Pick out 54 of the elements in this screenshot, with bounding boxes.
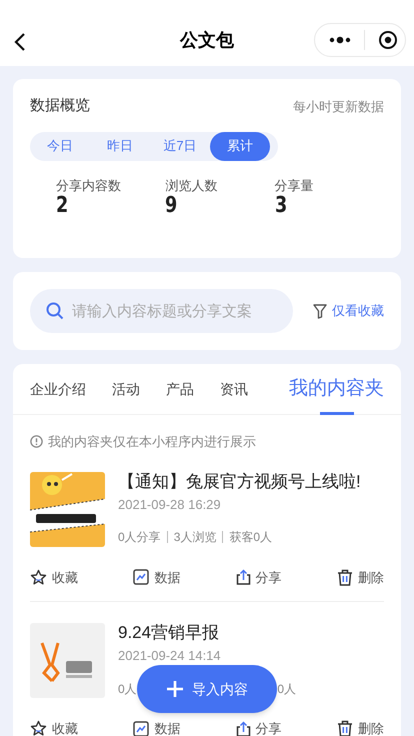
favorites-filter[interactable]: 仅看收藏	[332, 301, 384, 321]
category-tab[interactable]: 我的内容夹	[289, 364, 384, 414]
star-icon	[30, 720, 47, 736]
item-action[interactable]: 数据	[154, 719, 180, 736]
filter-icon	[313, 304, 327, 318]
notice-text: 我的内容夹仅在本小程序内进行展示	[48, 433, 256, 451]
trash-icon	[336, 720, 353, 736]
search-icon	[46, 302, 64, 320]
import-button[interactable]: 导入内容	[137, 665, 277, 713]
item-action[interactable]: 分享	[256, 719, 282, 736]
item-stat: 0人	[277, 680, 296, 698]
item-stat: 3人浏览	[174, 529, 216, 546]
category-tab[interactable]: 资讯	[220, 364, 248, 414]
stat-value: 2	[56, 194, 68, 218]
star-icon	[30, 568, 47, 586]
item-action[interactable]: 分享	[256, 568, 282, 587]
item-title[interactable]: 9.24营销早报	[118, 622, 296, 644]
plus-icon	[166, 680, 184, 698]
page-title: 公文包	[180, 28, 234, 52]
item-date: 2021-09-24 14:14	[118, 647, 222, 665]
period-tab[interactable]: 今日	[30, 132, 90, 160]
stat-value: 3	[274, 194, 287, 218]
item-action[interactable]: 收藏	[52, 719, 78, 736]
item-action[interactable]: 数据	[154, 568, 180, 587]
item-stat: 0人	[118, 680, 137, 698]
section-title: 数据概览	[30, 96, 90, 116]
back-icon[interactable]	[14, 32, 26, 52]
item-title[interactable]: 【通知】兔展官方视频号上线啦!	[118, 470, 361, 492]
item-action[interactable]: 删除	[358, 568, 384, 587]
period-tab[interactable]: 近7日	[150, 132, 210, 160]
item-stat: 获客0人	[229, 529, 272, 546]
close-icon[interactable]	[378, 30, 398, 50]
chart-icon	[133, 720, 150, 736]
stat-label: 浏览人数	[165, 178, 218, 194]
item-action[interactable]: 收藏	[52, 568, 78, 587]
item-action[interactable]: 删除	[358, 719, 384, 736]
share-icon	[236, 720, 251, 736]
more-icon[interactable]	[328, 36, 352, 44]
search-field[interactable]: 请输入内容标题或分享文案	[30, 289, 293, 333]
period-tab[interactable]: 昨日	[90, 132, 150, 160]
stat-label: 分享内容数	[56, 178, 122, 194]
share-icon	[236, 569, 251, 586]
category-tab[interactable]: 活动	[112, 364, 140, 414]
chart-icon	[133, 569, 150, 586]
info-icon	[30, 435, 43, 448]
update-note: 每小时更新数据	[293, 98, 384, 116]
item-date: 2021-09-28 16:29	[118, 496, 222, 514]
item-stat: 0人分享	[118, 529, 161, 546]
stat-value: 9	[165, 194, 178, 218]
category-tab[interactable]: 产品	[166, 364, 194, 414]
category-tab[interactable]: 企业介绍	[30, 364, 86, 414]
stat-label: 分享量	[274, 178, 315, 194]
trash-icon	[336, 568, 353, 586]
period-tab[interactable]: 累计	[210, 132, 270, 160]
